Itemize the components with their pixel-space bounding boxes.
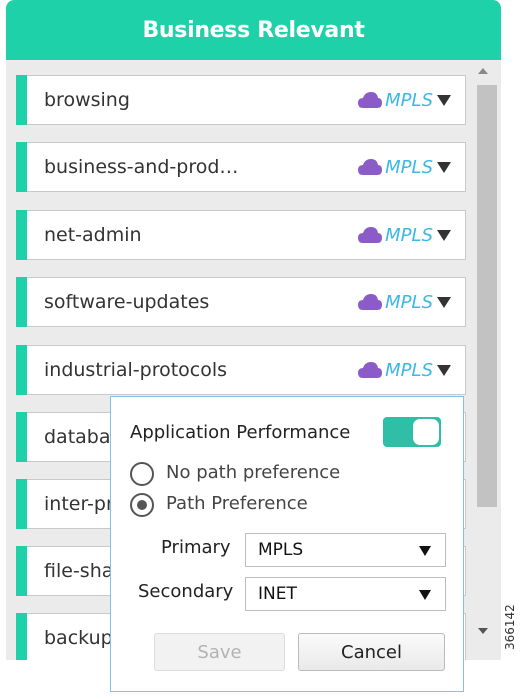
chevron-down-icon[interactable] [437, 364, 451, 376]
chevron-down-icon [419, 590, 431, 600]
performance-toggle[interactable] [383, 417, 441, 447]
row-accent-bar [16, 479, 27, 529]
chevron-down-icon[interactable] [437, 229, 451, 241]
secondary-label: Secondary [138, 581, 234, 602]
row-accent-bar [16, 210, 27, 260]
primary-value: MPLS [258, 540, 304, 560]
radio-selected-dot [137, 500, 147, 510]
scroll-up-icon[interactable] [478, 68, 488, 74]
path-value: MPLS [385, 291, 433, 313]
app-name: business-and-prod… [44, 156, 239, 178]
cloud-icon [358, 362, 383, 378]
cloud-icon [358, 92, 383, 108]
cancel-button[interactable]: Cancel [298, 633, 445, 671]
application-performance-popup: Application Performance No path preferen… [110, 396, 464, 692]
no-path-preference-label: No path preference [166, 462, 341, 483]
scrollbar-thumb[interactable] [477, 85, 497, 507]
path-value: MPLS [385, 359, 433, 381]
cloud-icon [358, 159, 383, 175]
list-item[interactable]: browsing MPLS [16, 75, 466, 125]
path-selector[interactable]: MPLS [357, 346, 451, 394]
app-name: browsing [44, 89, 130, 111]
no-path-preference-radio[interactable] [130, 462, 154, 486]
row-accent-bar [16, 546, 27, 596]
popup-title: Application Performance [130, 422, 351, 443]
row-accent-bar [16, 412, 27, 462]
secondary-value: INET [258, 584, 297, 604]
app-name: industrial-protocols [44, 359, 228, 381]
list-item[interactable]: industrial-protocols MPLS [16, 345, 466, 395]
row-accent-bar [16, 75, 27, 125]
chevron-down-icon [419, 546, 431, 556]
path-selector[interactable]: MPLS [357, 143, 451, 191]
cloud-icon [358, 294, 383, 310]
app-name: databas [44, 426, 121, 448]
path-selector[interactable]: MPLS [357, 211, 451, 259]
primary-label: Primary [161, 537, 231, 558]
app-name: inter-pr [44, 493, 114, 515]
path-value: MPLS [385, 156, 433, 178]
path-preference-radio[interactable] [130, 493, 154, 517]
app-name: backup- [44, 627, 120, 649]
secondary-select[interactable]: INET [245, 577, 446, 611]
toggle-knob [412, 418, 440, 446]
chevron-down-icon[interactable] [437, 296, 451, 308]
path-preference-label: Path Preference [166, 493, 308, 514]
row-accent-bar [16, 277, 27, 327]
chevron-down-icon[interactable] [437, 161, 451, 173]
save-button[interactable]: Save [154, 633, 285, 671]
primary-select[interactable]: MPLS [245, 533, 446, 567]
app-name: software-updates [44, 291, 210, 313]
list-item[interactable]: business-and-prod… MPLS [16, 142, 466, 192]
path-value: MPLS [385, 224, 433, 246]
path-selector[interactable]: MPLS [357, 278, 451, 326]
path-selector[interactable]: MPLS [357, 76, 451, 124]
cloud-icon [358, 227, 383, 243]
panel-title: Business Relevant [142, 17, 365, 43]
list-item[interactable]: software-updates MPLS [16, 277, 466, 327]
figure-id: 366142 [503, 604, 517, 650]
chevron-down-icon[interactable] [437, 94, 451, 106]
scroll-down-icon[interactable] [478, 628, 488, 634]
row-accent-bar [16, 142, 27, 192]
path-value: MPLS [385, 89, 433, 111]
list-item[interactable]: net-admin MPLS [16, 210, 466, 260]
row-accent-bar [16, 613, 27, 660]
app-name: net-admin [44, 224, 142, 246]
row-accent-bar [16, 345, 27, 395]
panel-header: Business Relevant [6, 0, 501, 60]
